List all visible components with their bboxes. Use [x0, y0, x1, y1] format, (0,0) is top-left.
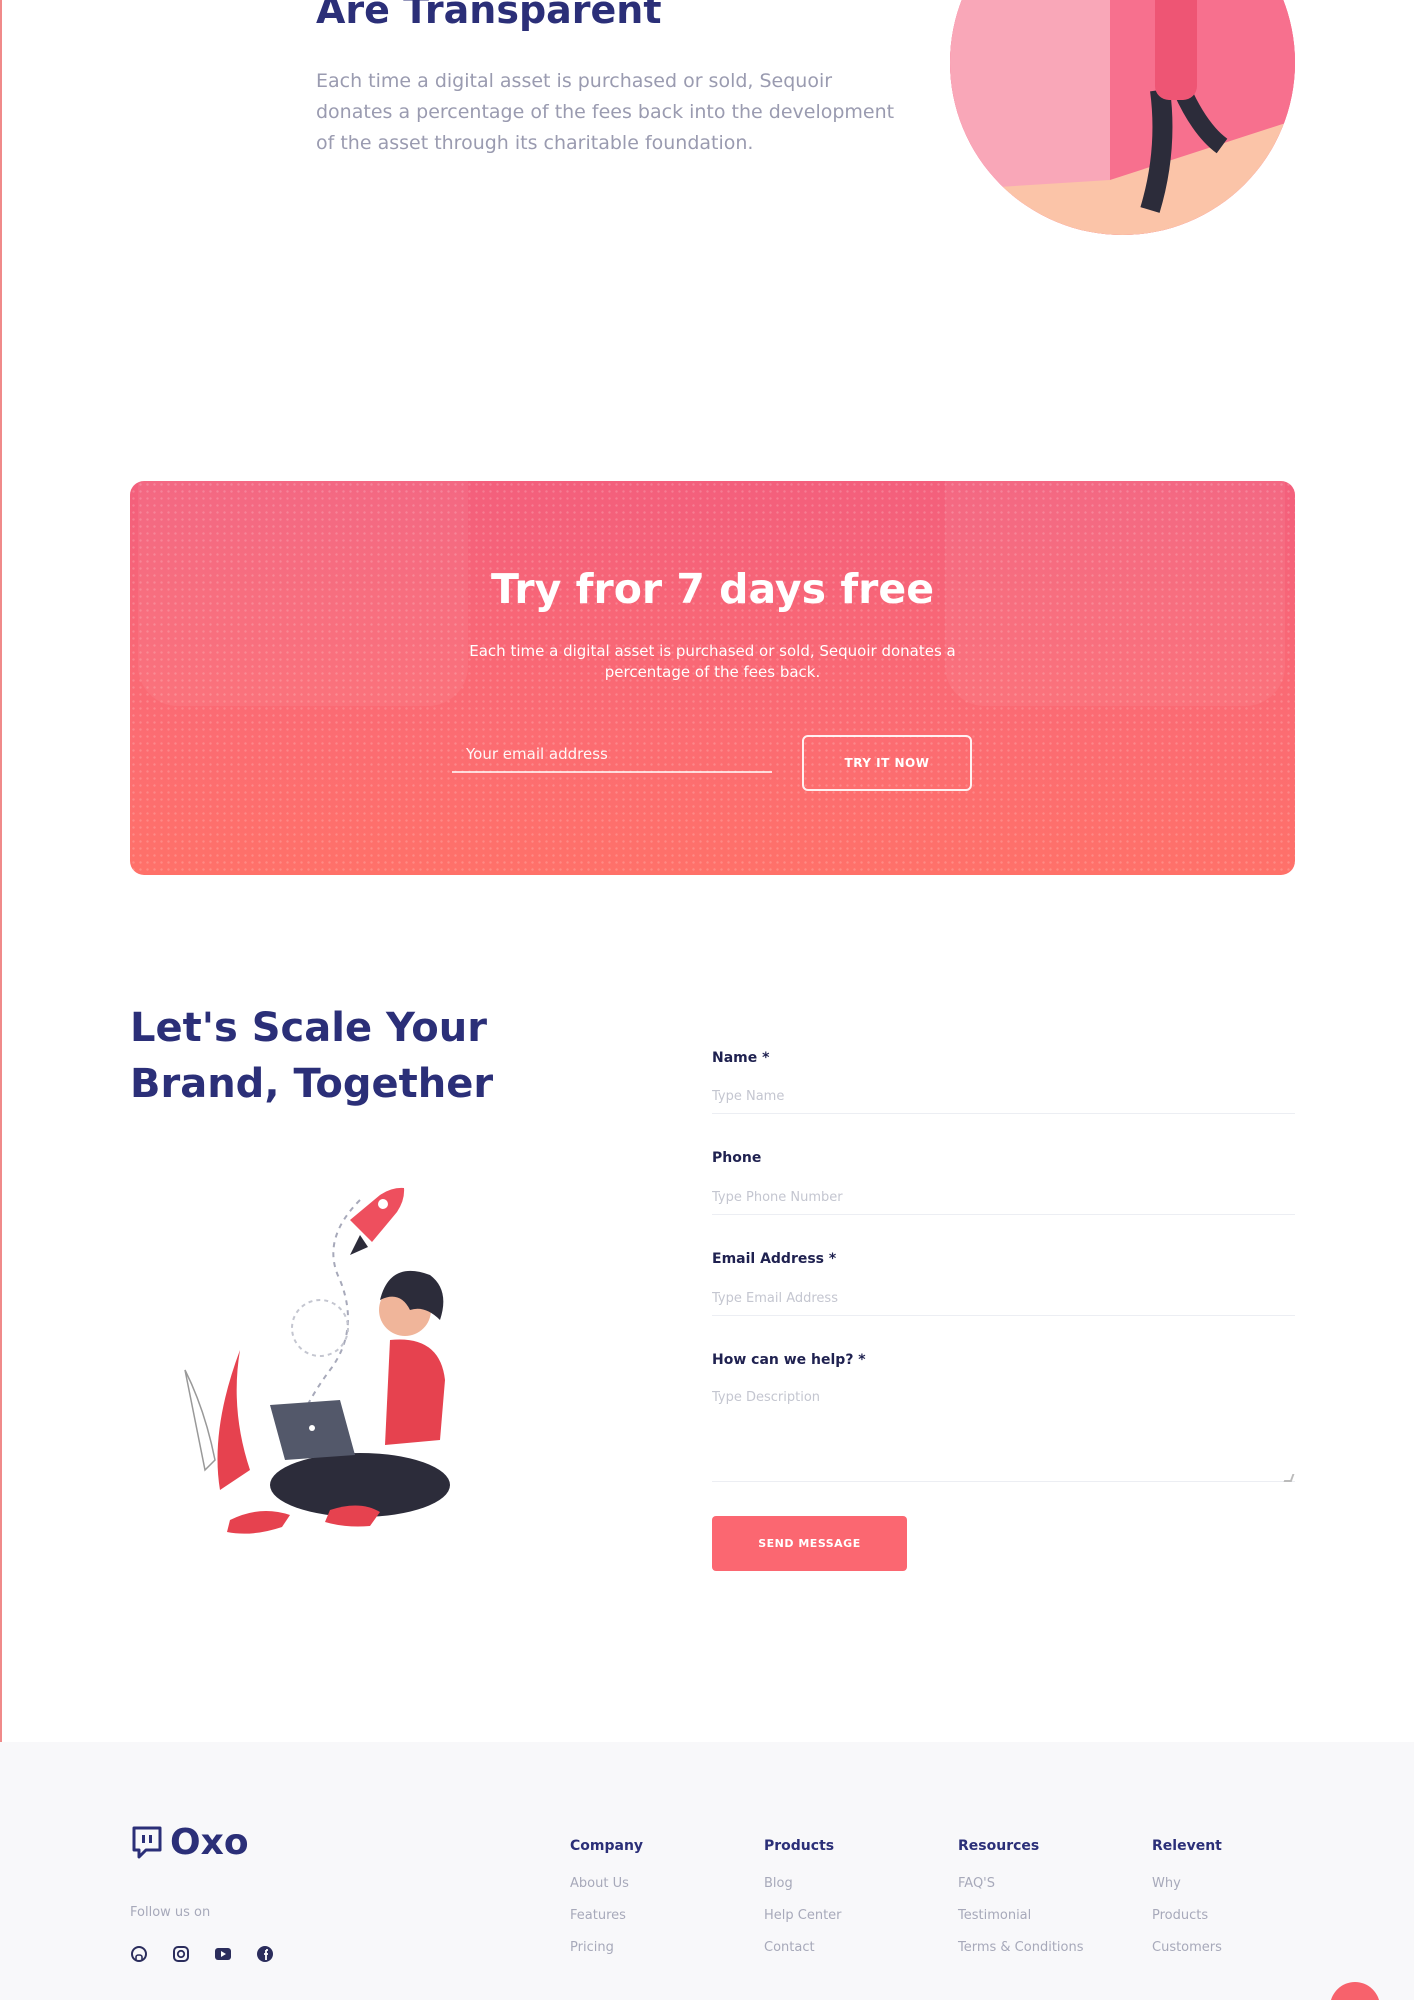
footer-column-title: Company [570, 1838, 644, 1854]
footer-link-testimonial[interactable]: Testimonial [958, 1900, 1084, 1932]
footer-logo[interactable]: Oxo [130, 1822, 249, 1863]
hero-illustration [950, 0, 1295, 235]
footer-link-contact[interactable]: Contact [764, 1932, 842, 1964]
phone-label: Phone [712, 1150, 762, 1166]
page: Are Transparent Each time a digital asse… [0, 0, 1414, 2000]
youtube-icon[interactable] [214, 1945, 232, 1963]
github-icon[interactable] [130, 1945, 148, 1963]
help-label: How can we help? * [712, 1352, 866, 1368]
footer-link-faqs[interactable]: FAQ'S [958, 1868, 1084, 1900]
footer-column-title: Products [764, 1838, 835, 1854]
footer-link-help-center[interactable]: Help Center [764, 1900, 842, 1932]
footer-column-relevent: Relevent Why Products Customers [1152, 1838, 1222, 1964]
instagram-icon[interactable] [172, 1945, 190, 1963]
try-it-now-button[interactable]: TRY IT NOW [802, 735, 972, 791]
footer-link-features[interactable]: Features [570, 1900, 643, 1932]
social-links [130, 1945, 274, 1963]
section-description-transparent: Each time a digital asset is purchased o… [316, 70, 895, 154]
follow-us-label: Follow us on [130, 1905, 211, 1920]
contact-illustration [160, 1160, 520, 1580]
email-input[interactable] [712, 1282, 1295, 1316]
facebook-icon[interactable] [256, 1945, 274, 1963]
footer-column-title: Resources [958, 1838, 1040, 1854]
name-input[interactable] [712, 1080, 1295, 1114]
logo-text: Oxo [170, 1822, 249, 1863]
footer-column-resources: Resources FAQ'S Testimonial Terms & Cond… [958, 1838, 1084, 1964]
left-edge-line [0, 0, 2, 1742]
footer-link-why[interactable]: Why [1152, 1868, 1222, 1900]
footer-link-about-us[interactable]: About Us [570, 1868, 643, 1900]
footer-link-blog[interactable]: Blog [764, 1868, 842, 1900]
phone-input[interactable] [712, 1181, 1295, 1215]
footer-column-company: Company About Us Features Pricing [570, 1838, 643, 1964]
send-message-button[interactable]: SEND MESSAGE [712, 1516, 907, 1571]
section-title-transparent: Are Transparent [316, 0, 662, 32]
cta-title: Try fror 7 days free [490, 565, 935, 613]
footer-link-customers[interactable]: Customers [1152, 1932, 1222, 1964]
cta-email-input[interactable] [452, 737, 772, 773]
footer-column-title: Relevent [1152, 1838, 1222, 1854]
cta-description: Each time a digital asset is purchased o… [469, 642, 956, 681]
footer-column-products: Products Blog Help Center Contact [764, 1838, 842, 1964]
footer-link-products[interactable]: Products [1152, 1900, 1222, 1932]
name-label: Name * [712, 1050, 770, 1066]
help-description-textarea[interactable] [712, 1390, 1295, 1482]
footer-link-terms[interactable]: Terms & Conditions [958, 1932, 1084, 1964]
chat-logo-icon [132, 1826, 162, 1858]
footer-link-pricing[interactable]: Pricing [570, 1932, 643, 1964]
contact-title: Let's Scale Your Brand, Together [130, 1005, 494, 1107]
trial-cta-banner: Try fror 7 days free Each time a digital… [130, 481, 1295, 875]
email-label: Email Address * [712, 1251, 837, 1267]
footer: Oxo Follow us on Company About Us Featur… [0, 1742, 1414, 2000]
